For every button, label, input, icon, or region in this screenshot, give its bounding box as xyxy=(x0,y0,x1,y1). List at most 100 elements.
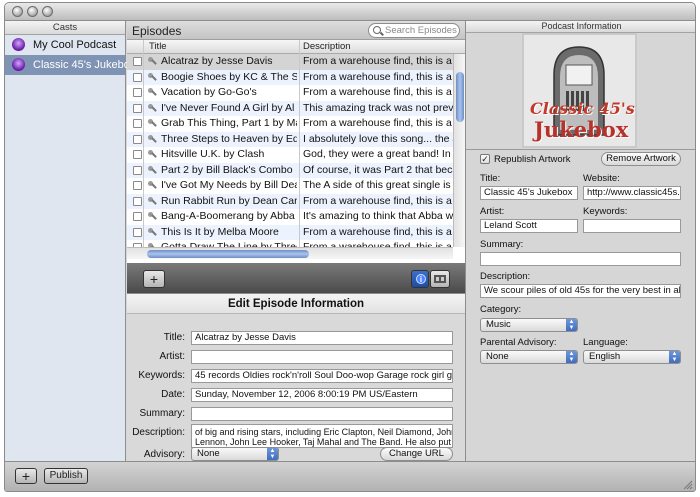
description-label: Description: xyxy=(132,427,185,438)
episode-checkbox[interactable] xyxy=(133,227,142,237)
parental-advisory-select[interactable]: None ▲ ▼ xyxy=(480,350,578,364)
resize-grip-icon[interactable] xyxy=(683,480,693,490)
episode-description-cell: From a warehouse find, this is a nev xyxy=(303,194,453,207)
microphone-icon xyxy=(147,87,157,98)
change-url-button[interactable]: Change URL xyxy=(380,447,453,461)
episode-summary-field[interactable] xyxy=(191,407,453,421)
edit-episode-panel: Edit Episode Information Title: Alcatraz… xyxy=(127,293,465,461)
select-arrows-icon: ▲ ▼ xyxy=(566,351,577,363)
table-row[interactable]: Boogie Shoes by KC & The Sunsh... From a … xyxy=(127,69,453,85)
microphone-icon xyxy=(147,149,157,160)
column-header-title[interactable]: Title xyxy=(149,41,167,52)
table-row[interactable]: Grab This Thing, Part 1 by Mar-... From a… xyxy=(127,116,453,132)
episode-date-field[interactable]: Sunday, November 12, 2006 8:00:19 PM US/… xyxy=(191,388,453,402)
podcast-artwork-image[interactable]: Classic 45's Jukebox xyxy=(522,33,637,148)
episode-checkbox[interactable] xyxy=(133,119,142,128)
episodes-header: Episodes Search Episodes xyxy=(127,21,465,40)
vertical-scrollbar[interactable] xyxy=(453,54,465,247)
episode-checkbox[interactable] xyxy=(133,165,142,175)
microphone-icon xyxy=(147,134,157,145)
horizontal-scroll-thumb[interactable] xyxy=(147,250,309,258)
microphone-icon xyxy=(147,103,157,114)
divider xyxy=(466,149,695,150)
episode-checkbox[interactable] xyxy=(133,72,142,82)
episode-title-cell: I've Never Found A Girl by Al Green xyxy=(161,101,297,114)
episode-checkbox[interactable] xyxy=(133,88,142,97)
table-row[interactable]: I've Got My Needs by Bill Deal a... The A… xyxy=(127,178,453,194)
remove-artwork-button[interactable]: Remove Artwork xyxy=(601,152,681,166)
language-select[interactable]: English ▲ ▼ xyxy=(583,350,681,364)
podcast-title-label: Title: xyxy=(480,173,501,184)
column-header-description[interactable]: Description xyxy=(303,41,351,52)
episode-checkbox[interactable] xyxy=(133,212,142,221)
episode-title-field[interactable]: Alcatraz by Jesse Davis xyxy=(191,331,453,345)
info-view-button[interactable]: i xyxy=(411,270,429,288)
microphone-icon xyxy=(147,165,157,176)
title-label: Title: xyxy=(163,332,185,343)
republish-artwork-checkbox[interactable]: ✓ xyxy=(480,154,490,164)
episode-checkbox[interactable] xyxy=(133,103,142,113)
podcast-description-field[interactable]: We scour piles of old 45s for the very b… xyxy=(480,284,681,298)
episode-title-cell: Part 2 by Bill Black's Combo xyxy=(161,163,293,176)
column-divider xyxy=(143,40,144,247)
table-row[interactable]: Run Rabbit Run by Dean Carter From a ware… xyxy=(127,193,453,209)
add-cast-button[interactable]: + xyxy=(15,468,37,484)
language-label: Language: xyxy=(583,337,628,348)
table-row[interactable]: Vacation by Go-Go's From a warehouse find… xyxy=(127,85,453,101)
episode-description-field[interactable]: of big and rising stars, including Eric … xyxy=(191,424,453,448)
publish-button[interactable]: Publish xyxy=(44,468,88,484)
date-label: Date: xyxy=(161,389,185,400)
advisory-select[interactable]: None ▲ ▼ xyxy=(191,447,279,461)
episode-description-cell: From a warehouse find, this is a nev xyxy=(303,241,453,247)
episode-title-cell: Bang-A-Boomerang by Abba xyxy=(161,210,295,222)
table-row[interactable]: Bang-A-Boomerang by Abba It's amazing to … xyxy=(127,209,453,225)
table-row[interactable]: Alcatraz by Jesse Davis From a warehouse … xyxy=(127,54,453,70)
podcast-title-field[interactable]: Classic 45's Jukebox xyxy=(480,186,578,200)
column-divider xyxy=(299,40,300,247)
microphone-icon xyxy=(147,118,157,129)
cast-item-classic-45s-jukebox[interactable]: Classic 45's Jukebox xyxy=(5,55,135,75)
category-select[interactable]: Music ▲ ▼ xyxy=(480,318,578,332)
episode-checkbox[interactable] xyxy=(133,181,142,190)
table-row[interactable]: Hitsville U.K. by Clash God, they were a … xyxy=(127,147,453,163)
horizontal-scrollbar[interactable] xyxy=(127,247,453,259)
table-row[interactable]: This Is It by Melba Moore From a warehous… xyxy=(127,224,453,240)
website-field[interactable]: http://www.classic45s.com xyxy=(583,186,681,200)
episode-title-cell: Hitsville U.K. by Clash xyxy=(161,148,265,160)
search-episodes-input[interactable]: Search Episodes xyxy=(368,23,460,38)
casts-header: Casts xyxy=(5,21,125,35)
advisory-label: Advisory: xyxy=(143,449,185,460)
summary-label: Summary: xyxy=(139,408,185,419)
podcast-summary-field[interactable] xyxy=(480,252,681,266)
podcast-artist-field[interactable]: Leland Scott xyxy=(480,219,578,233)
table-row[interactable]: I've Never Found A Girl by Al Green This … xyxy=(127,100,453,116)
episode-checkbox[interactable] xyxy=(133,57,142,66)
description-line: Lennon, John Lee Hooker, Taj Mahal and T… xyxy=(195,437,453,447)
select-arrows-icon: ▲ ▼ xyxy=(566,319,577,331)
table-row[interactable]: Three Steps to Heaven by Eddie ... I abso… xyxy=(127,131,453,147)
episode-description-cell: From a warehouse find, this is a nev xyxy=(303,55,453,67)
select-arrows-icon: ▲ ▼ xyxy=(267,448,278,460)
table-row[interactable]: Gotta Draw The Line by Three D... From a … xyxy=(127,240,453,247)
episode-keywords-field[interactable]: 45 records Oldies rock'n'roll Soul Doo-w… xyxy=(191,369,453,383)
search-icon xyxy=(373,26,381,34)
add-episode-button[interactable]: + xyxy=(143,270,165,288)
cast-item-my-cool-podcast[interactable]: My Cool Podcast xyxy=(5,35,125,55)
podcast-keywords-field[interactable] xyxy=(583,219,681,233)
episode-checkbox[interactable] xyxy=(133,196,142,206)
episodes-table: Alcatraz by Jesse Davis From a warehouse … xyxy=(127,54,453,247)
close-window-button[interactable] xyxy=(12,6,23,17)
episode-checkbox[interactable] xyxy=(133,150,142,159)
episode-title-cell: Run Rabbit Run by Dean Carter xyxy=(161,194,297,207)
podcast-summary-label: Summary: xyxy=(480,239,524,250)
table-row[interactable]: Part 2 by Bill Black's Combo Of course, i… xyxy=(127,162,453,178)
vertical-scroll-thumb[interactable] xyxy=(456,72,464,122)
minimize-window-button[interactable] xyxy=(27,6,38,17)
zoom-window-button[interactable] xyxy=(42,6,53,17)
media-view-button[interactable] xyxy=(430,270,450,288)
episode-checkbox[interactable] xyxy=(133,134,142,144)
podcast-icon xyxy=(12,38,25,51)
episodes-toolbar: + i xyxy=(127,263,465,293)
episode-artist-field[interactable] xyxy=(191,350,453,364)
artist-label: Artist: xyxy=(159,351,185,362)
